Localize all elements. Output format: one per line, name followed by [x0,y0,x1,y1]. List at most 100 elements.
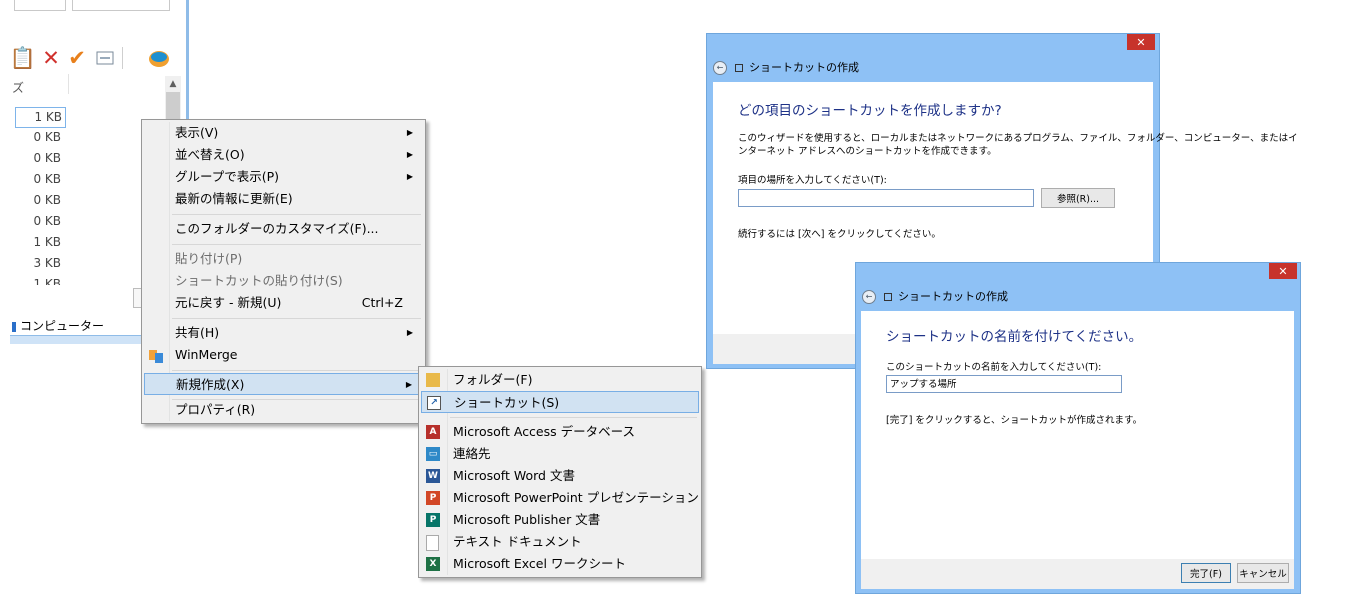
dialog-titlebar: ← ショートカットの作成 [713,58,859,78]
menu-item-shortcut: Ctrl+Z [361,295,403,310]
size-cell[interactable]: 0 KB [15,212,64,231]
size-cell[interactable]: 1 KB [15,107,66,128]
dialog-heading: ショートカットの名前を付けてください。 [886,329,1143,345]
delete-x-icon[interactable]: ✕ [40,46,62,70]
description-line-1: このウィザードを使用すると、ローカルまたはネットワークにあるプログラム、ファイル… [738,133,1298,144]
location-input[interactable] [738,189,1034,207]
dialog-footer: 完了(F) キャンセル [861,559,1294,589]
browse-button[interactable]: 参照(R)... [1041,188,1115,208]
submenu-item-label: Microsoft Excel ワークシート [453,556,626,571]
clipboard-icon[interactable]: 📋 [10,46,36,70]
shell-icon[interactable] [148,46,170,70]
menu-separator [172,244,421,245]
submenu-item-label: Microsoft Access データベース [453,424,635,439]
submenu-item-access[interactable]: A Microsoft Access データベース [421,421,699,443]
menu-item-label: 新規作成(X) [176,377,245,392]
size-cell[interactable]: 0 KB [15,149,64,168]
menu-separator [172,370,421,371]
menu-item-label: 表示(V) [175,125,219,140]
publisher-icon: P [426,513,440,527]
back-arrow-icon[interactable]: ← [713,61,727,75]
submenu-item-label: Microsoft Publisher 文書 [453,512,601,527]
shortcut-icon: ↗ [427,396,441,410]
menu-separator [450,417,697,418]
column-divider [68,74,69,94]
card-icon[interactable] [94,46,116,70]
menu-item-undo[interactable]: 元に戻す - 新規(U) Ctrl+Z [144,292,423,314]
menu-item-new[interactable]: 新規作成(X) ▶ [144,373,423,395]
dialog-title: ショートカットの作成 [898,290,1008,303]
size-cell[interactable]: 0 KB [15,170,64,189]
submenu-item-shortcut[interactable]: ↗ ショートカット(S) [421,391,699,413]
dialog-heading: どの項目のショートカットを作成しますか? [738,103,1002,119]
menu-item-refresh[interactable]: 最新の情報に更新(E) [144,188,423,210]
top-control-left[interactable] [14,0,66,11]
shortcut-wizard-icon [884,293,892,301]
shortcut-name-input[interactable]: アップする場所 [886,375,1122,393]
finish-button[interactable]: 完了(F) [1181,563,1231,583]
menu-item-sort[interactable]: 並べ替え(O) ▶ [144,144,423,166]
description-line-2: ンターネット アドレスへのショートカットを作成できます。 [738,146,997,157]
folder-icon [426,373,440,387]
checkmark-icon[interactable]: ✔ [66,46,88,70]
size-cell[interactable]: 0 KB [15,128,64,147]
dialog-client-area: ショートカットの名前を付けてください。 このショートカットの名前を入力してくださ… [861,311,1294,559]
submenu-item-text-document[interactable]: テキスト ドキュメント [421,531,699,553]
submenu-arrow-icon: ▶ [406,150,413,159]
top-control-search[interactable] [72,0,170,11]
name-label: このショートカットの名前を入力してください(T): [886,362,1102,373]
nav-item-label: コンピューター [20,319,105,333]
dialog-title: ショートカットの作成 [749,61,859,74]
menu-item-paste-shortcut[interactable]: ショートカットの貼り付け(S) [144,270,423,292]
close-icon[interactable]: ✕ [1127,34,1155,50]
size-cell[interactable]: 3 KB [15,254,64,273]
menu-item-paste[interactable]: 貼り付け(P) [144,248,423,270]
access-icon: A [426,425,440,439]
submenu-item-excel[interactable]: X Microsoft Excel ワークシート [421,553,699,575]
excel-icon: X [426,557,440,571]
menu-separator [172,318,421,319]
menu-item-properties[interactable]: プロパティ(R) [144,399,423,421]
toolbar-separator [122,47,123,69]
submenu-item-label: 連絡先 [453,446,491,461]
submenu-item-powerpoint[interactable]: P Microsoft PowerPoint プレゼンテーション [421,487,699,509]
cancel-button[interactable]: キャンセル [1237,563,1289,583]
menu-item-label: WinMerge [175,347,238,362]
submenu-arrow-icon: ▶ [405,380,412,389]
menu-item-group-by[interactable]: グループで表示(P) ▶ [144,166,423,188]
location-label: 項目の場所を入力してください(T): [738,175,887,186]
menu-item-label: 共有(H) [175,325,220,340]
nav-item-computer[interactable]: コンピューター [12,317,104,334]
submenu-item-contact[interactable]: ▭ 連絡先 [421,443,699,465]
winmerge-icon [149,348,163,363]
submenu-item-label: テキスト ドキュメント [453,534,582,549]
menu-item-view[interactable]: 表示(V) ▶ [144,122,423,144]
menu-item-label: 並べ替え(O) [175,147,245,162]
menu-item-label: ショートカットの貼り付け(S) [175,273,343,288]
menu-item-share[interactable]: 共有(H) ▶ [144,322,423,344]
back-arrow-icon[interactable]: ← [862,290,876,304]
menu-item-winmerge[interactable]: WinMerge [144,344,423,366]
submenu-item-label: フォルダー(F) [453,372,533,387]
close-icon[interactable]: ✕ [1269,263,1297,279]
shortcut-wizard-icon [735,64,743,72]
text-document-icon [426,535,439,551]
scroll-up-icon[interactable]: ▲ [165,76,181,92]
menu-item-label: グループで表示(P) [175,169,280,184]
contact-icon: ▭ [426,447,440,461]
submenu-item-label: ショートカット(S) [454,395,560,410]
powerpoint-icon: P [426,491,440,505]
submenu-item-folder[interactable]: フォルダー(F) [421,369,699,391]
menu-item-label: このフォルダーのカスタマイズ(F)... [175,221,379,236]
submenu-item-publisher[interactable]: P Microsoft Publisher 文書 [421,509,699,531]
menu-item-customize-folder[interactable]: このフォルダーのカスタマイズ(F)... [144,218,423,240]
computer-icon [12,321,16,332]
size-cell[interactable]: 1 KB [15,275,64,285]
word-icon: W [426,469,440,483]
submenu-item-label: Microsoft Word 文書 [453,468,575,483]
size-column-header[interactable]: ズ [12,79,24,96]
submenu-item-word[interactable]: W Microsoft Word 文書 [421,465,699,487]
menu-item-label: 貼り付け(P) [175,251,243,266]
size-cell[interactable]: 1 KB [15,233,64,252]
size-cell[interactable]: 0 KB [15,191,64,210]
